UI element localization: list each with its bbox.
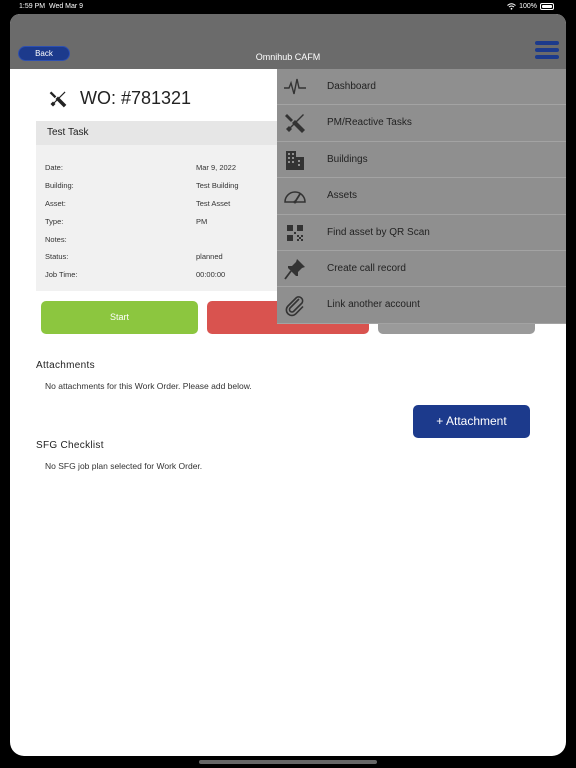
menu-item-assets[interactable]: Assets: [277, 178, 566, 215]
page-title: WO: #781321: [80, 88, 192, 108]
tools-icon: [49, 91, 67, 107]
buildings-icon: [286, 150, 304, 170]
qr-code-icon: [287, 224, 303, 241]
checklist-title: SFG Checklist: [36, 440, 104, 451]
menu-item-create-call-record[interactable]: Create call record: [277, 251, 566, 288]
add-attachment-button[interactable]: + Attachment: [413, 405, 530, 438]
type-label: Type:: [45, 217, 64, 226]
pulse-icon: [284, 78, 306, 95]
menu-item-label: Find asset by QR Scan: [327, 226, 430, 238]
building-value: Test Building: [196, 181, 239, 190]
side-menu: Dashboard PM/Reactive Tasks Buildings As…: [277, 69, 566, 324]
menu-item-pm-reactive-tasks[interactable]: PM/Reactive Tasks: [277, 105, 566, 142]
job-time-label: Job Time:: [45, 270, 78, 279]
app-title: Omnihub CAFM: [255, 52, 321, 62]
work-order-header: WO: #781321: [48, 88, 191, 109]
menu-item-dashboard[interactable]: Dashboard: [277, 69, 566, 106]
battery-icon: [540, 3, 554, 10]
home-indicator: [199, 760, 377, 764]
navbar: Back Omnihub CAFM: [10, 14, 566, 69]
pushpin-icon: [284, 259, 305, 280]
menu-item-buildings[interactable]: Buildings: [277, 142, 566, 179]
start-button[interactable]: Start: [41, 301, 198, 334]
asset-label: Asset:: [45, 199, 66, 208]
gauge-icon: [284, 191, 306, 204]
menu-item-label: Buildings: [327, 153, 368, 165]
battery-percent: 100%: [519, 3, 537, 10]
status-value: planned: [196, 252, 223, 261]
menu-item-label: Link another account: [327, 299, 420, 311]
status-bar: 1:59 PM Wed Mar 9 100%: [0, 0, 576, 14]
notes-label: Notes:: [45, 235, 67, 244]
status-time: 1:59 PM Wed Mar 9: [19, 3, 83, 10]
task-name: Test Task: [47, 127, 89, 138]
status-label: Status:: [45, 252, 69, 261]
wifi-icon: [507, 3, 516, 10]
date-value: Mar 9, 2022: [196, 163, 237, 172]
app-window: Back Omnihub CAFM WO: #781321 Test Task …: [10, 14, 566, 756]
tools-icon: [285, 114, 305, 134]
job-time-value: 00:00:00: [196, 270, 226, 279]
type-value: PM: [196, 217, 208, 226]
paperclip-icon: [285, 296, 304, 317]
status-clock: 1:59 PM: [19, 3, 46, 10]
menu-item-label: PM/Reactive Tasks: [327, 117, 412, 129]
attachments-title: Attachments: [36, 360, 95, 371]
status-right: 100%: [507, 3, 554, 10]
checklist-empty-text: No SFG job plan selected for Work Order.: [45, 461, 203, 471]
menu-item-qr-scan[interactable]: Find asset by QR Scan: [277, 215, 566, 251]
menu-icon[interactable]: [535, 41, 559, 63]
menu-item-link-account[interactable]: Link another account: [277, 287, 566, 324]
menu-item-label: Create call record: [327, 263, 406, 274]
asset-value: Test Asset: [196, 199, 231, 208]
menu-item-label: Assets: [327, 190, 358, 202]
date-label: Date:: [45, 163, 63, 172]
status-date: Wed Mar 9: [48, 3, 84, 10]
building-label: Building:: [45, 181, 74, 190]
attachments-empty-text: No attachments for this Work Order. Plea…: [45, 381, 252, 391]
menu-item-label: Dashboard: [327, 81, 376, 92]
